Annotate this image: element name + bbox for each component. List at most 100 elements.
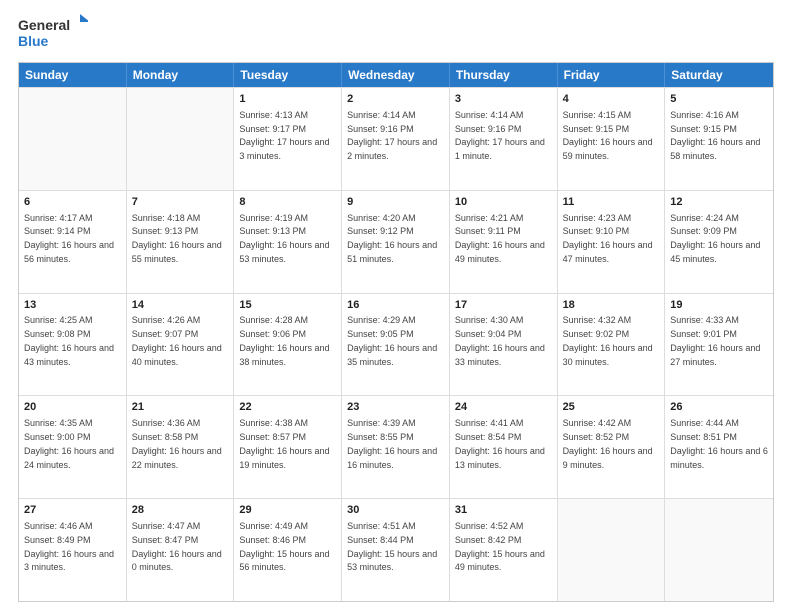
calendar-cell-4-4: 31 Sunrise: 4:52 AMSunset: 8:42 PMDayligh…	[450, 499, 558, 601]
calendar-cell-2-3: 16 Sunrise: 4:29 AMSunset: 9:05 PMDayligh…	[342, 294, 450, 396]
svg-text:Blue: Blue	[18, 33, 49, 49]
calendar-cell-4-0: 27 Sunrise: 4:46 AMSunset: 8:49 PMDayligh…	[19, 499, 127, 601]
day-number: 3	[455, 92, 552, 107]
cell-info: Sunrise: 4:36 AMSunset: 8:58 PMDaylight:…	[132, 418, 222, 469]
cell-info: Sunrise: 4:20 AMSunset: 9:12 PMDaylight:…	[347, 213, 437, 264]
cell-info: Sunrise: 4:25 AMSunset: 9:08 PMDaylight:…	[24, 315, 114, 366]
calendar-header: Sunday Monday Tuesday Wednesday Thursday…	[19, 63, 773, 87]
calendar-cell-4-1: 28Sunrise: 4:47 AMSunset: 8:47 PMDayligh…	[127, 499, 235, 601]
svg-text:General: General	[18, 17, 70, 33]
calendar-row-0: 1 Sunrise: 4:13 AMSunset: 9:17 PMDaylight…	[19, 87, 773, 190]
calendar-cell-4-2: 29 Sunrise: 4:49 AMSunset: 8:46 PMDayligh…	[234, 499, 342, 601]
header-friday: Friday	[558, 63, 666, 87]
calendar-row-4: 27 Sunrise: 4:46 AMSunset: 8:49 PMDayligh…	[19, 498, 773, 601]
cell-info: Sunrise: 4:14 AMSunset: 9:16 PMDaylight:…	[347, 110, 437, 161]
day-number: 14	[132, 298, 229, 313]
calendar-cell-2-0: 13Sunrise: 4:25 AMSunset: 9:08 PMDayligh…	[19, 294, 127, 396]
day-number: 22	[239, 400, 336, 415]
day-number: 11	[563, 195, 660, 210]
calendar-cell-2-5: 18 Sunrise: 4:32 AMSunset: 9:02 PMDayligh…	[558, 294, 666, 396]
calendar-cell-2-4: 17 Sunrise: 4:30 AMSunset: 9:04 PMDayligh…	[450, 294, 558, 396]
calendar-cell-3-5: 25 Sunrise: 4:42 AMSunset: 8:52 PMDayligh…	[558, 396, 666, 498]
header-tuesday: Tuesday	[234, 63, 342, 87]
day-number: 26	[670, 400, 768, 415]
day-number: 8	[239, 195, 336, 210]
cell-info: Sunrise: 4:33 AMSunset: 9:01 PMDaylight:…	[670, 315, 760, 366]
cell-info: Sunrise: 4:28 AMSunset: 9:06 PMDaylight:…	[239, 315, 329, 366]
day-number: 12	[670, 195, 768, 210]
day-number: 10	[455, 195, 552, 210]
calendar-cell-2-6: 19Sunrise: 4:33 AMSunset: 9:01 PMDayligh…	[665, 294, 773, 396]
day-number: 15	[239, 298, 336, 313]
day-number: 25	[563, 400, 660, 415]
cell-info: Sunrise: 4:30 AMSunset: 9:04 PMDaylight:…	[455, 315, 545, 366]
cell-info: Sunrise: 4:47 AMSunset: 8:47 PMDaylight:…	[132, 521, 222, 572]
cell-info: Sunrise: 4:38 AMSunset: 8:57 PMDaylight:…	[239, 418, 329, 469]
day-number: 21	[132, 400, 229, 415]
day-number: 24	[455, 400, 552, 415]
calendar-cell-3-2: 22 Sunrise: 4:38 AMSunset: 8:57 PMDayligh…	[234, 396, 342, 498]
day-number: 30	[347, 503, 444, 518]
cell-info: Sunrise: 4:13 AMSunset: 9:17 PMDaylight:…	[239, 110, 329, 161]
day-number: 18	[563, 298, 660, 313]
calendar-cell-3-6: 26 Sunrise: 4:44 AMSunset: 8:51 PMDayligh…	[665, 396, 773, 498]
calendar-cell-3-4: 24Sunrise: 4:41 AMSunset: 8:54 PMDayligh…	[450, 396, 558, 498]
cell-info: Sunrise: 4:44 AMSunset: 8:51 PMDaylight:…	[670, 418, 768, 469]
calendar-cell-1-6: 12Sunrise: 4:24 AMSunset: 9:09 PMDayligh…	[665, 191, 773, 293]
day-number: 17	[455, 298, 552, 313]
calendar-cell-3-1: 21 Sunrise: 4:36 AMSunset: 8:58 PMDayligh…	[127, 396, 235, 498]
day-number: 6	[24, 195, 121, 210]
calendar-cell-1-2: 8 Sunrise: 4:19 AMSunset: 9:13 PMDaylight…	[234, 191, 342, 293]
header: General Blue	[18, 14, 774, 54]
day-number: 20	[24, 400, 121, 415]
header-sunday: Sunday	[19, 63, 127, 87]
calendar: Sunday Monday Tuesday Wednesday Thursday…	[18, 62, 774, 602]
page: General Blue Sunday Monday Tuesday Wedne…	[0, 0, 792, 612]
cell-info: Sunrise: 4:51 AMSunset: 8:44 PMDaylight:…	[347, 521, 437, 572]
calendar-row-3: 20Sunrise: 4:35 AMSunset: 9:00 PMDayligh…	[19, 395, 773, 498]
cell-info: Sunrise: 4:52 AMSunset: 8:42 PMDaylight:…	[455, 521, 545, 572]
day-number: 9	[347, 195, 444, 210]
calendar-cell-4-6	[665, 499, 773, 601]
calendar-cell-0-3: 2 Sunrise: 4:14 AMSunset: 9:16 PMDaylight…	[342, 88, 450, 190]
day-number: 29	[239, 503, 336, 518]
day-number: 27	[24, 503, 121, 518]
cell-info: Sunrise: 4:29 AMSunset: 9:05 PMDaylight:…	[347, 315, 437, 366]
cell-info: Sunrise: 4:15 AMSunset: 9:15 PMDaylight:…	[563, 110, 653, 161]
calendar-cell-0-6: 5Sunrise: 4:16 AMSunset: 9:15 PMDaylight…	[665, 88, 773, 190]
cell-info: Sunrise: 4:16 AMSunset: 9:15 PMDaylight:…	[670, 110, 760, 161]
cell-info: Sunrise: 4:42 AMSunset: 8:52 PMDaylight:…	[563, 418, 653, 469]
cell-info: Sunrise: 4:26 AMSunset: 9:07 PMDaylight:…	[132, 315, 222, 366]
calendar-cell-0-5: 4 Sunrise: 4:15 AMSunset: 9:15 PMDaylight…	[558, 88, 666, 190]
day-number: 4	[563, 92, 660, 107]
cell-info: Sunrise: 4:19 AMSunset: 9:13 PMDaylight:…	[239, 213, 329, 264]
calendar-cell-4-5	[558, 499, 666, 601]
cell-info: Sunrise: 4:17 AMSunset: 9:14 PMDaylight:…	[24, 213, 114, 264]
header-monday: Monday	[127, 63, 235, 87]
calendar-cell-0-2: 1 Sunrise: 4:13 AMSunset: 9:17 PMDaylight…	[234, 88, 342, 190]
calendar-cell-0-0	[19, 88, 127, 190]
header-thursday: Thursday	[450, 63, 558, 87]
header-saturday: Saturday	[665, 63, 773, 87]
logo: General Blue	[18, 14, 88, 54]
day-number: 16	[347, 298, 444, 313]
calendar-cell-1-4: 10 Sunrise: 4:21 AMSunset: 9:11 PMDayligh…	[450, 191, 558, 293]
cell-info: Sunrise: 4:49 AMSunset: 8:46 PMDaylight:…	[239, 521, 329, 572]
calendar-row-1: 6 Sunrise: 4:17 AMSunset: 9:14 PMDaylight…	[19, 190, 773, 293]
calendar-cell-0-4: 3Sunrise: 4:14 AMSunset: 9:16 PMDaylight…	[450, 88, 558, 190]
cell-info: Sunrise: 4:21 AMSunset: 9:11 PMDaylight:…	[455, 213, 545, 264]
calendar-cell-2-1: 14 Sunrise: 4:26 AMSunset: 9:07 PMDayligh…	[127, 294, 235, 396]
calendar-cell-2-2: 15 Sunrise: 4:28 AMSunset: 9:06 PMDayligh…	[234, 294, 342, 396]
calendar-row-2: 13Sunrise: 4:25 AMSunset: 9:08 PMDayligh…	[19, 293, 773, 396]
day-number: 1	[239, 92, 336, 107]
calendar-body: 1 Sunrise: 4:13 AMSunset: 9:17 PMDaylight…	[19, 87, 773, 601]
cell-info: Sunrise: 4:32 AMSunset: 9:02 PMDaylight:…	[563, 315, 653, 366]
day-number: 31	[455, 503, 552, 518]
calendar-cell-1-0: 6 Sunrise: 4:17 AMSunset: 9:14 PMDaylight…	[19, 191, 127, 293]
calendar-cell-0-1	[127, 88, 235, 190]
cell-info: Sunrise: 4:46 AMSunset: 8:49 PMDaylight:…	[24, 521, 114, 572]
header-wednesday: Wednesday	[342, 63, 450, 87]
day-number: 7	[132, 195, 229, 210]
day-number: 2	[347, 92, 444, 107]
calendar-cell-3-3: 23Sunrise: 4:39 AMSunset: 8:55 PMDayligh…	[342, 396, 450, 498]
